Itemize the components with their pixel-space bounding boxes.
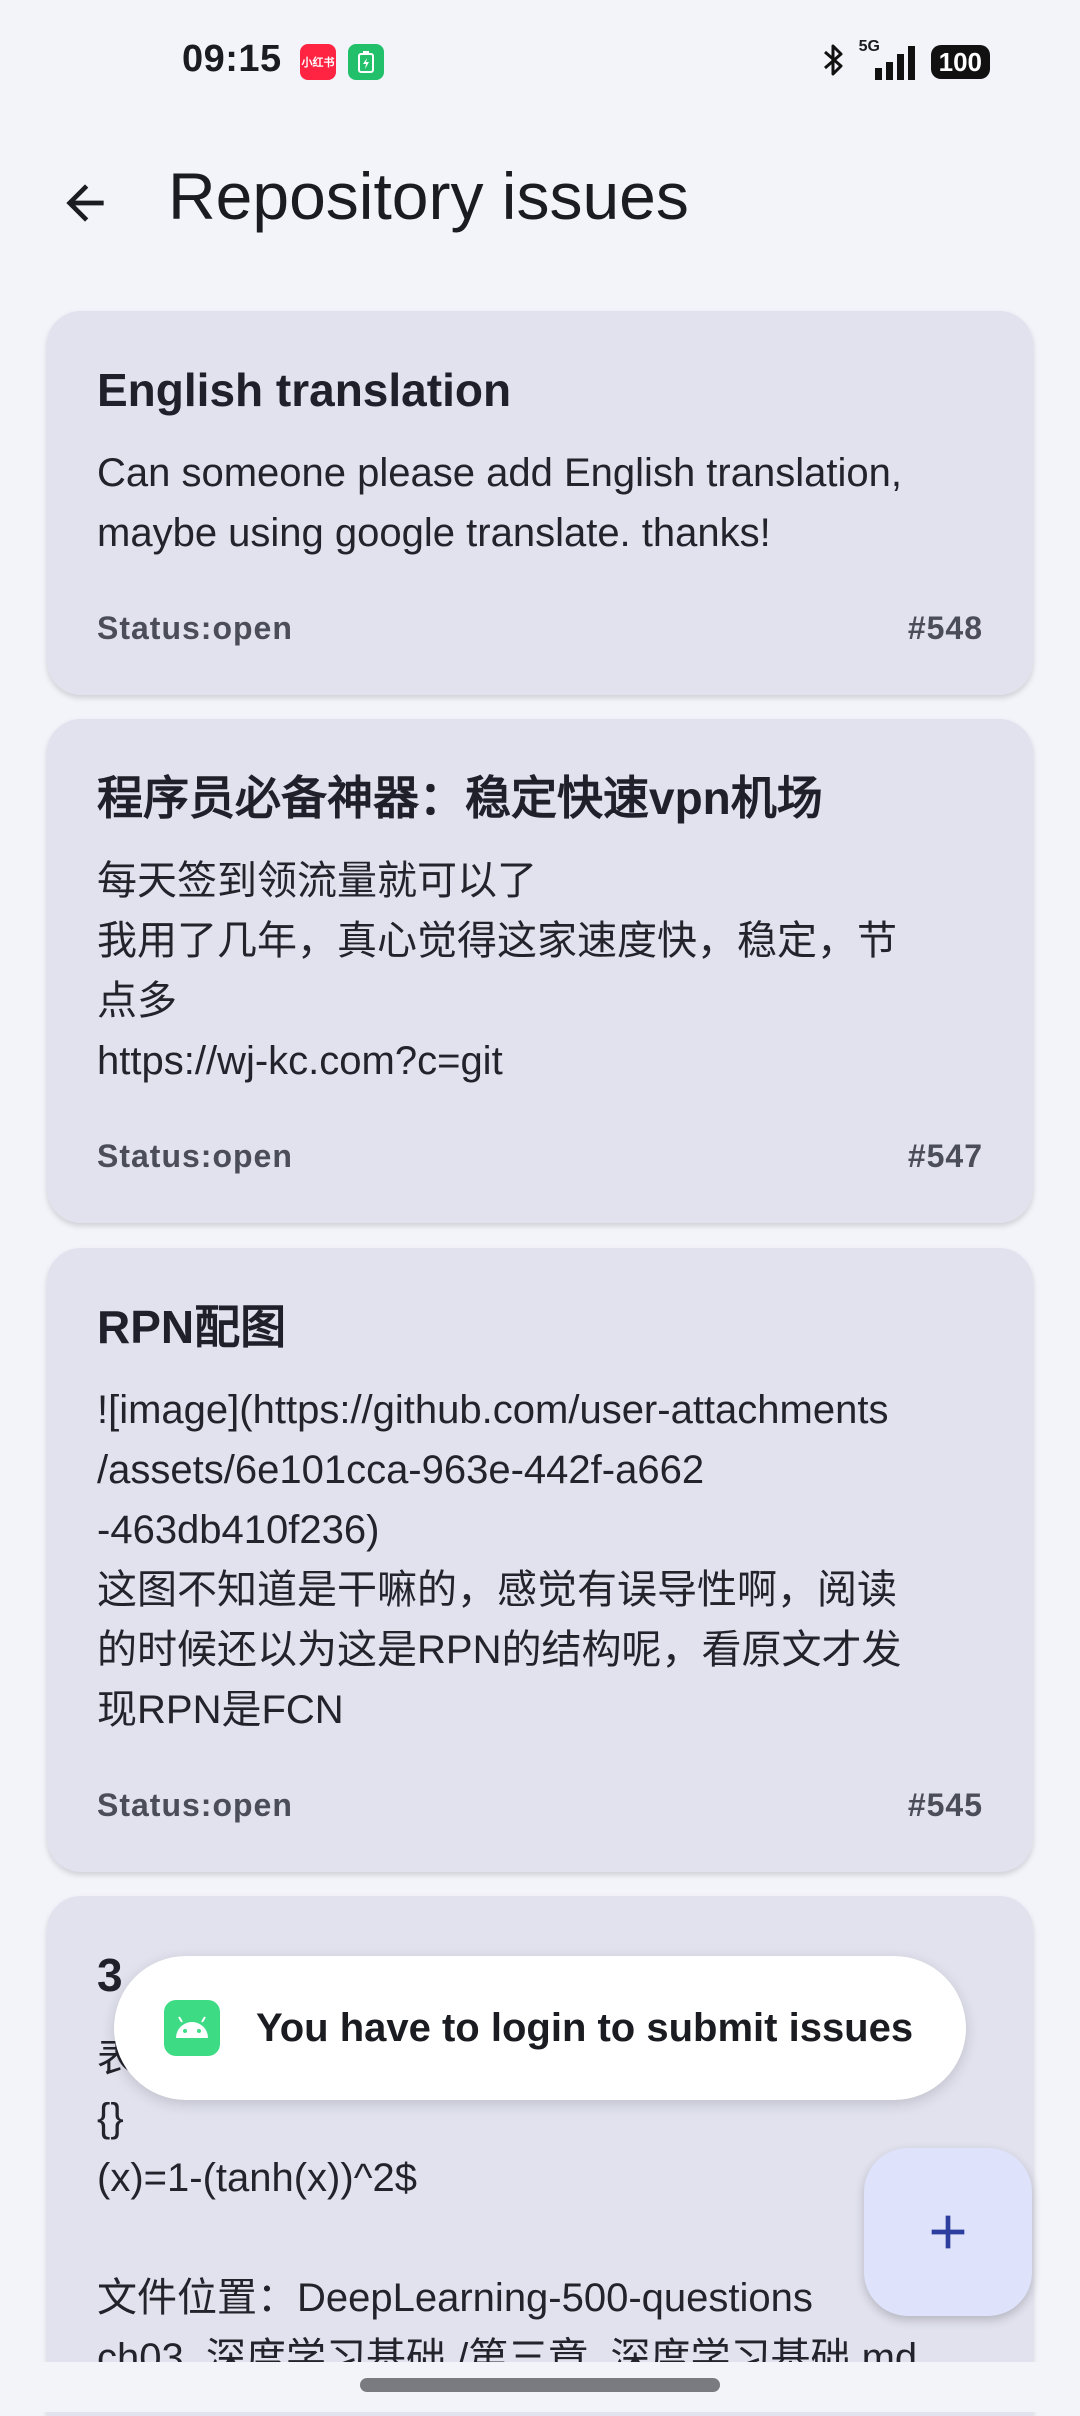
issue-number: #548 [907, 610, 983, 646]
issue-card[interactable]: RPN配图 ![image](https://github.com/user-a… [47, 1248, 1033, 1872]
issue-status: Status:open [97, 1787, 293, 1823]
cellular-signal-icon: 5G [859, 38, 917, 82]
android-app-icon [164, 2000, 220, 2056]
issue-body: ![image](https://github.com/user-attachm… [97, 1387, 902, 1732]
status-time: 09:15 [182, 38, 282, 80]
issue-number: #547 [907, 1138, 983, 1174]
issue-body: 每天签到领流量就可以了 我用了几年，真心觉得这家速度快，稳定，节 点多 http… [97, 858, 897, 1083]
arrow-back-icon [66, 184, 104, 222]
battery-indicator: 100 [930, 45, 990, 79]
battery-saver-notification-icon [348, 44, 384, 80]
gesture-handle[interactable] [360, 2378, 720, 2392]
issue-title: RPN配图 [97, 1301, 287, 1353]
issue-footer: Status:open #548 [97, 610, 983, 647]
toast-message: You have to login to submit issues [256, 2005, 914, 2050]
top-app-bar: Repository issues [0, 130, 1080, 260]
issue-card[interactable]: 程序员必备神器：稳定快速vpn机场 每天签到领流量就可以了 我用了几年，真心觉得… [47, 719, 1033, 1223]
xiaohongshu-notification-icon: 小红书 [300, 44, 336, 80]
issue-title: English translation [97, 364, 512, 416]
issue-card[interactable]: English translation Can someone please a… [47, 311, 1033, 695]
issue-number: #545 [907, 1787, 983, 1823]
issue-status: Status:open [97, 1138, 293, 1174]
issue-title: 程序员必备神器：稳定快速vpn机场 [97, 772, 823, 824]
bluetooth-icon [821, 42, 845, 83]
page-title: Repository issues [168, 159, 689, 233]
status-icons: 5G 100 [821, 38, 990, 84]
add-issue-button[interactable] [864, 2148, 1032, 2316]
issue-footer: Status:open #547 [97, 1138, 983, 1175]
network-type-label: 5G [858, 38, 880, 55]
issue-footer: Status:open #545 [97, 1787, 983, 1824]
status-bar: 09:15 小红书 5G 100 [0, 0, 1080, 120]
system-navigation-bar [0, 2362, 1080, 2412]
issue-status: Status:open [97, 610, 293, 646]
plus-icon [931, 2215, 965, 2249]
back-button[interactable] [40, 158, 130, 248]
issue-body: Can someone please add English translati… [97, 450, 902, 555]
login-required-toast: You have to login to submit issues [114, 1956, 966, 2100]
